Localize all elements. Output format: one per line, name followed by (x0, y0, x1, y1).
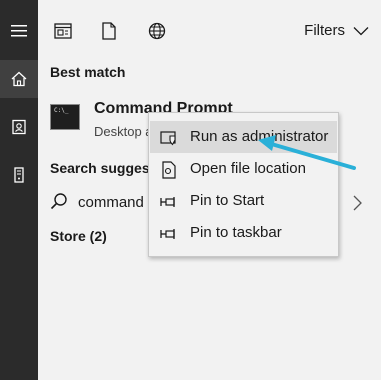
store-heading[interactable]: Store (2) (50, 228, 107, 244)
menu-item-run-as-administrator[interactable]: Run as administrator (150, 121, 337, 153)
file-location-icon (160, 161, 178, 179)
device-button[interactable] (0, 156, 38, 194)
search-suggestion-text: command (78, 194, 144, 211)
menu-item-open-file-location[interactable]: Open file location (150, 153, 337, 185)
command-prompt-icon: C:\_ (50, 104, 80, 130)
home-button[interactable] (0, 60, 38, 98)
menu-item-pin-to-start[interactable]: Pin to Start (150, 185, 337, 217)
menu-item-label: Pin to taskbar (190, 224, 282, 241)
apps-filter-button[interactable] (52, 20, 74, 42)
tower-icon (14, 167, 24, 183)
context-menu: Run as administrator Open file location … (148, 112, 339, 257)
results-toolbar: Filters (38, 0, 381, 58)
document-icon (102, 22, 116, 40)
hamburger-icon (11, 25, 27, 37)
home-icon (11, 71, 27, 87)
command-prompt-icon-text: C:\_ (54, 107, 69, 114)
filters-label: Filters (304, 22, 345, 39)
documents-button[interactable] (0, 108, 38, 146)
best-match-heading: Best match (50, 64, 126, 80)
menu-item-label: Run as administrator (190, 128, 329, 145)
hamburger-menu-button[interactable] (0, 12, 38, 50)
shield-icon (160, 129, 178, 147)
documents-filter-button[interactable] (98, 20, 120, 42)
web-filter-button[interactable] (146, 20, 168, 42)
filters-dropdown[interactable]: Filters (304, 22, 369, 39)
menu-item-label: Pin to Start (190, 192, 265, 209)
menu-item-label: Open file location (190, 160, 306, 177)
menu-item-pin-to-taskbar[interactable]: Pin to taskbar (150, 217, 337, 249)
pin-icon (160, 193, 178, 211)
start-sidebar (0, 0, 38, 380)
chevron-right-icon[interactable] (350, 194, 364, 212)
globe-icon (148, 22, 166, 40)
collection-icon (12, 119, 26, 135)
app-window-icon (54, 23, 72, 39)
chevron-down-icon (353, 26, 369, 35)
search-icon (50, 193, 67, 210)
pin-icon (160, 225, 178, 243)
